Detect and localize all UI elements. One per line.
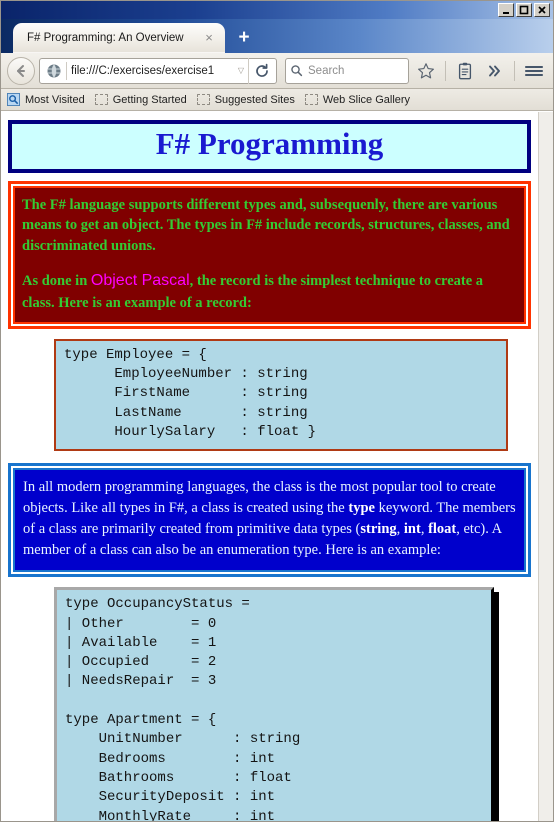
intro-paragraph-1: The F# language supports different types…: [22, 196, 510, 254]
tab-close-icon[interactable]: ×: [201, 30, 217, 46]
library-icon: [458, 62, 472, 79]
overflow-button[interactable]: [482, 58, 508, 84]
url-text[interactable]: file:///C:/exercises/exercise1: [67, 65, 234, 77]
reload-icon: [255, 63, 268, 77]
bookmark-suggested-sites[interactable]: Suggested Sites: [196, 93, 295, 106]
folder-icon: [304, 94, 318, 105]
intro-callout-inner: The F# language supports different types…: [13, 185, 526, 324]
bookmark-web-slice-gallery[interactable]: Web Slice Gallery: [304, 93, 411, 106]
toolbar-divider-2: [514, 60, 515, 81]
tab-strip: F# Programming: An Overview × +: [1, 19, 553, 53]
intro-text-before: As done in: [22, 273, 91, 290]
page-title: F# Programming: [155, 126, 384, 161]
folder-icon: [196, 94, 210, 105]
page-viewport: F# Programming The F# language supports …: [1, 111, 553, 821]
new-tab-button[interactable]: +: [231, 24, 257, 50]
close-button[interactable]: [534, 3, 550, 17]
class-note-callout-inner: In all modern programming languages, the…: [13, 468, 526, 573]
back-button[interactable]: [7, 56, 35, 85]
class-note-paragraph: In all modern programming languages, the…: [23, 477, 516, 561]
minimize-button[interactable]: [498, 3, 514, 17]
bookmark-label: Web Slice Gallery: [322, 93, 411, 106]
keyword-int: int: [403, 521, 421, 538]
page-scrollbar[interactable]: [538, 112, 553, 821]
chevron-down-icon[interactable]: ▽: [234, 66, 248, 75]
intro-paragraph-2: As done in Object Pascal, the record is …: [22, 270, 517, 313]
address-bar[interactable]: file:///C:/exercises/exercise1 ▽: [39, 57, 277, 84]
back-arrow-icon: [17, 64, 25, 77]
note-text-3: ,: [396, 521, 404, 538]
page-heading-box: F# Programming: [8, 120, 531, 173]
page-content: F# Programming The F# language supports …: [1, 112, 538, 821]
bookmark-star-button[interactable]: [413, 58, 439, 84]
library-button[interactable]: [452, 58, 478, 84]
bookmark-label: Most Visited: [25, 93, 85, 106]
bookmarks-bar: Most Visited Getting Started Suggested S…: [1, 89, 553, 111]
hamburger-menu-icon: [524, 65, 544, 76]
bookmark-most-visited[interactable]: Most Visited: [7, 93, 85, 106]
navigation-toolbar: file:///C:/exercises/exercise1 ▽ Search: [1, 53, 553, 89]
keyword-type: type: [348, 500, 375, 517]
most-visited-icon: [7, 93, 20, 106]
globe-icon: [47, 64, 61, 77]
intro-callout: The F# language supports different types…: [8, 180, 531, 329]
class-note-callout: In all modern programming languages, the…: [8, 463, 531, 578]
code-block-class: type OccupancyStatus = | Other = 0 | Ava…: [54, 587, 494, 821]
note-text-4: ,: [420, 521, 429, 538]
keyword-float: float: [428, 521, 457, 538]
bookmark-label: Getting Started: [112, 93, 187, 106]
bookmark-label: Suggested Sites: [214, 93, 295, 106]
star-icon: [418, 62, 434, 78]
search-input[interactable]: Search: [303, 65, 344, 77]
reload-button[interactable]: [248, 57, 274, 84]
title-bar: [1, 1, 553, 19]
chevron-double-right-icon: [489, 65, 500, 76]
browser-window: F# Programming: An Overview × + file:///…: [0, 0, 554, 822]
window-controls: [498, 3, 550, 17]
menu-button[interactable]: [521, 58, 547, 84]
keyword-string: string: [360, 521, 397, 538]
folder-icon: [94, 94, 108, 105]
bookmark-getting-started[interactable]: Getting Started: [94, 93, 187, 106]
maximize-button[interactable]: [516, 3, 532, 17]
search-box[interactable]: Search: [285, 57, 409, 84]
tab-title: F# Programming: An Overview: [27, 32, 184, 44]
browser-tab[interactable]: F# Programming: An Overview ×: [13, 23, 225, 53]
toolbar-divider: [445, 60, 446, 81]
code-block-record: type Employee = { EmployeeNumber : strin…: [54, 338, 508, 452]
object-pascal-highlight: Object Pascal: [90, 272, 190, 290]
search-icon: [291, 65, 303, 77]
